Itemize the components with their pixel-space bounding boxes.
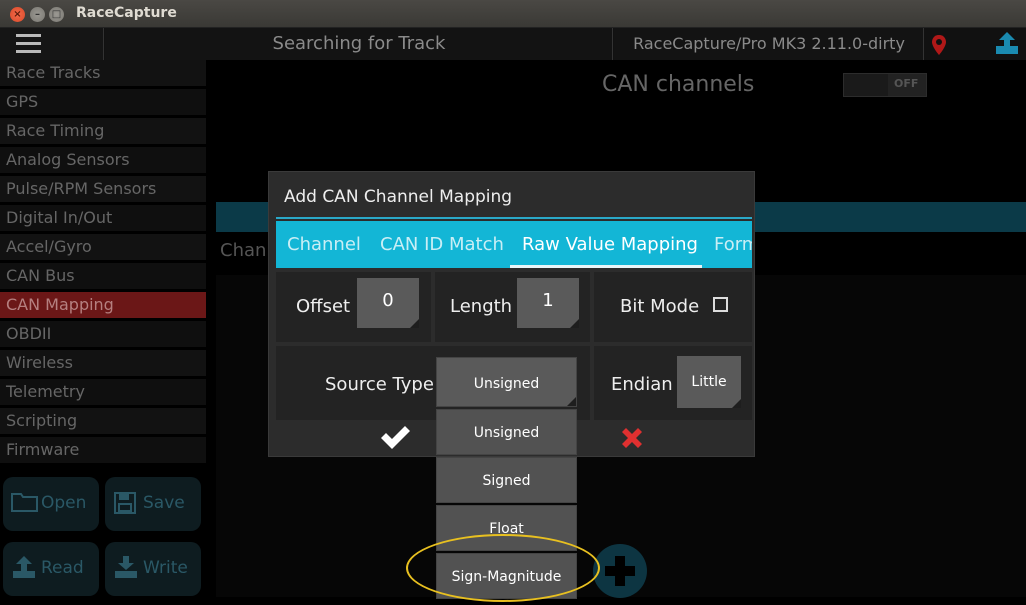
dropdown-option-unsigned[interactable]: Unsigned: [436, 409, 577, 455]
sidebar-item-gps[interactable]: GPS: [0, 89, 206, 118]
highlight-annotation: [406, 534, 600, 602]
upload-tray-icon: [13, 556, 35, 578]
tab-formula[interactable]: Form: [714, 221, 752, 268]
can-channels-toggle[interactable]: OFF: [843, 73, 927, 97]
tab-raw-value-mapping[interactable]: Raw Value Mapping: [522, 221, 698, 268]
menu-icon: [16, 50, 41, 53]
track-status: Searching for Track: [272, 33, 446, 54]
source-type-select[interactable]: Unsigned: [436, 357, 577, 407]
window-minimize-button[interactable]: –: [30, 7, 45, 22]
open-button[interactable]: Open: [3, 477, 99, 531]
sidebar-item-telemetry[interactable]: Telemetry: [0, 379, 206, 408]
sidebar-item-wireless[interactable]: Wireless: [0, 350, 206, 379]
window-close-button[interactable]: ×: [10, 7, 25, 22]
endian-label: Endian: [611, 374, 673, 395]
bit-mode-checkbox[interactable]: [713, 297, 728, 312]
top-bar: Searching for Track RaceCapture/Pro MK3 …: [0, 28, 1026, 60]
location-pin-icon[interactable]: [930, 34, 948, 56]
checkmark-icon[interactable]: [379, 425, 411, 451]
save-icon: [114, 492, 136, 514]
sidebar-item-race-tracks[interactable]: Race Tracks: [0, 60, 206, 89]
menu-button[interactable]: [0, 28, 104, 60]
sidebar-item-obdii[interactable]: OBDII: [0, 321, 206, 350]
menu-icon: [16, 42, 41, 45]
dialog-tabs: Channel CAN ID Match Raw Value Mapping F…: [276, 221, 752, 268]
offset-label: Offset: [296, 296, 351, 317]
sidebar-item-can-mapping[interactable]: CAN Mapping: [0, 292, 206, 321]
sidebar-item-firmware[interactable]: Firmware: [0, 437, 206, 466]
bit-mode-label: Bit Mode: [620, 296, 700, 317]
download-tray-icon: [115, 556, 137, 578]
sidebar-item-analog-sensors[interactable]: Analog Sensors: [0, 147, 206, 176]
close-icon[interactable]: [620, 426, 644, 450]
active-tab-indicator: [510, 265, 702, 268]
window-titlebar: × – □ RaceCapture: [0, 0, 1026, 28]
tab-can-id-match[interactable]: CAN ID Match: [380, 221, 504, 268]
offset-cell: Offset 0: [276, 272, 431, 342]
device-info: RaceCapture/Pro MK3 2.11.0-dirty: [633, 34, 905, 53]
dialog-title-divider: [276, 217, 752, 219]
dropdown-option-signed[interactable]: Signed: [436, 457, 577, 503]
endian-cell: Endian Little: [594, 346, 752, 420]
open-button-label: Open: [41, 493, 87, 513]
read-button[interactable]: Read: [3, 542, 99, 596]
add-channel-button[interactable]: [593, 544, 647, 598]
sidebar: Race Tracks GPS Race Timing Analog Senso…: [0, 60, 206, 466]
dialog-title: Add CAN Channel Mapping: [284, 187, 513, 207]
write-button-label: Write: [143, 558, 188, 578]
sidebar-item-digital-in-out[interactable]: Digital In/Out: [0, 205, 206, 234]
toggle-label: OFF: [894, 77, 919, 90]
length-input[interactable]: 1: [517, 278, 579, 328]
window-maximize-button[interactable]: □: [49, 7, 64, 22]
sidebar-item-race-timing[interactable]: Race Timing: [0, 118, 206, 147]
offset-input[interactable]: 0: [357, 278, 419, 328]
length-label: Length: [450, 296, 513, 317]
sidebar-item-accel-gyro[interactable]: Accel/Gyro: [0, 234, 206, 263]
length-cell: Length 1: [435, 272, 590, 342]
source-type-label: Source Type: [325, 374, 434, 395]
sidebar-item-pulse-rpm-sensors[interactable]: Pulse/RPM Sensors: [0, 176, 206, 205]
endian-select[interactable]: Little: [677, 356, 741, 408]
write-button[interactable]: Write: [105, 542, 201, 596]
page-title: CAN channels: [602, 72, 755, 97]
save-button[interactable]: Save: [105, 477, 201, 531]
bit-mode-cell: Bit Mode: [594, 272, 752, 342]
read-button-label: Read: [41, 558, 84, 578]
menu-icon: [16, 34, 41, 37]
tab-channel[interactable]: Channel: [287, 221, 361, 268]
toggle-knob: [844, 74, 888, 96]
save-button-label: Save: [143, 493, 185, 513]
sidebar-item-can-bus[interactable]: CAN Bus: [0, 263, 206, 292]
sidebar-item-scripting[interactable]: Scripting: [0, 408, 206, 437]
upload-icon[interactable]: [994, 32, 1020, 56]
window-title: RaceCapture: [76, 5, 177, 21]
folder-icon: [11, 493, 38, 512]
